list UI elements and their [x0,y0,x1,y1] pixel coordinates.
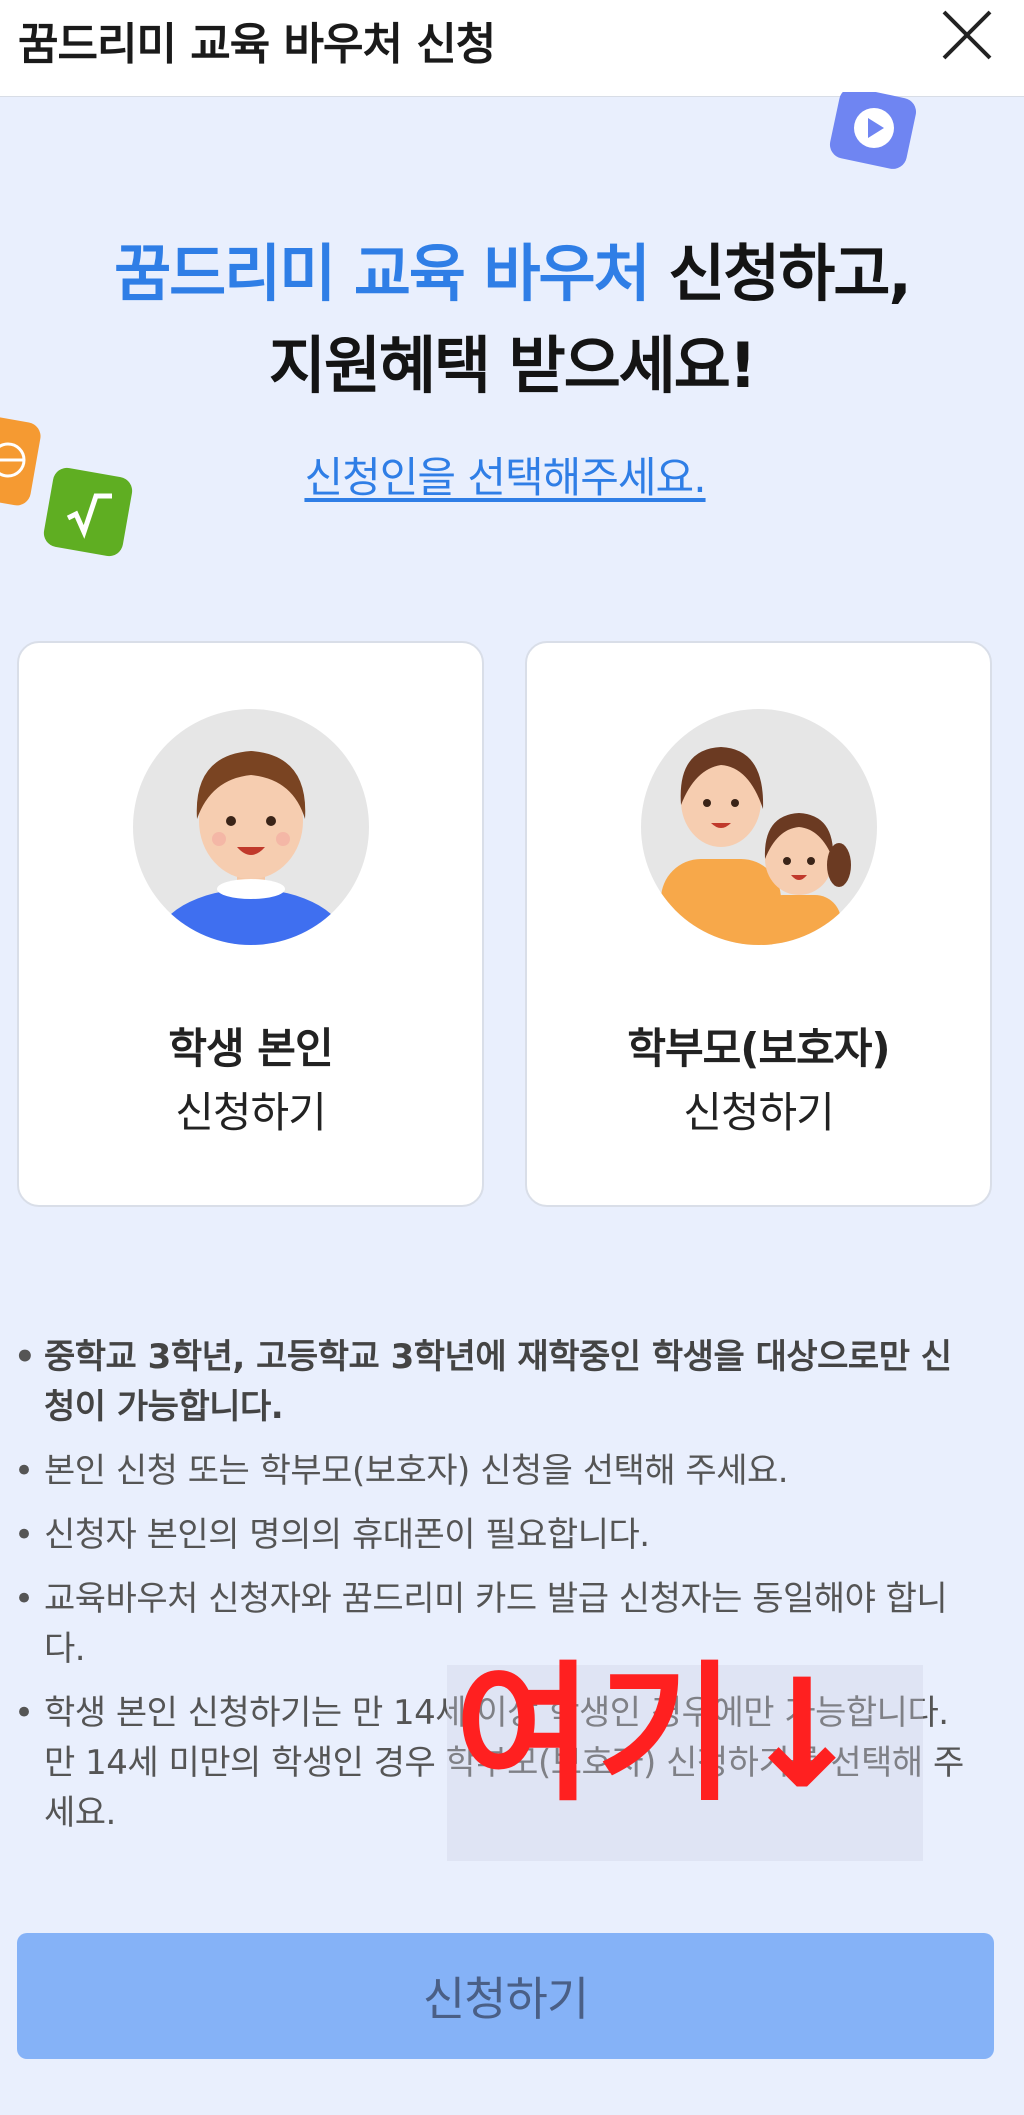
headline-line-1: 꿈드리미 교육 바우처 신청하고, [0,228,1024,320]
student-card-title: 학생 본인 [168,1024,333,1073]
headline-line-2: 지원혜택 받으세요! [268,329,757,402]
annotation-text: 여기↓ [455,1648,869,1822]
hero-headline: 꿈드리미 교육 바우처 신청하고, 지원혜택 받으세요! [0,228,1024,412]
play-icon [829,92,917,169]
headline-highlight: 꿈드리미 교육 바우처 [114,237,651,310]
student-avatar-icon [133,709,369,945]
select-applicant-link[interactable]: 신청인을 선택해주세요. [0,444,1010,505]
student-card-action: 신청하기 [175,1088,327,1137]
submit-button[interactable]: 신청하기 [17,1933,994,2059]
parent-card-action: 신청하기 [683,1088,835,1137]
close-icon [942,10,992,60]
parent-apply-card[interactable]: 학부모(보호자) 신청하기 [525,641,992,1207]
student-apply-card[interactable]: 학생 본인 신청하기 [17,641,484,1207]
notice-item: 중학교 3학년, 고등학교 3학년에 재학중인 학생을 대상으로만 신청이 가능… [14,1332,974,1432]
top-bar: 꿈드리미 교육 바우처 신청 [0,0,1024,97]
page-title: 꿈드리미 교육 바우처 신청 [18,19,496,70]
parent-card-title: 학부모(보호자) [627,1024,890,1073]
notice-item: 신청자 본인의 명의의 휴대폰이 필요합니다. [14,1510,974,1560]
headline-rest: 신청하고, [648,237,912,310]
close-button[interactable] [936,4,998,66]
parent-child-avatar-icon [641,709,877,945]
notice-item: 본인 신청 또는 학부모(보호자) 신청을 선택해 주세요. [14,1446,974,1496]
